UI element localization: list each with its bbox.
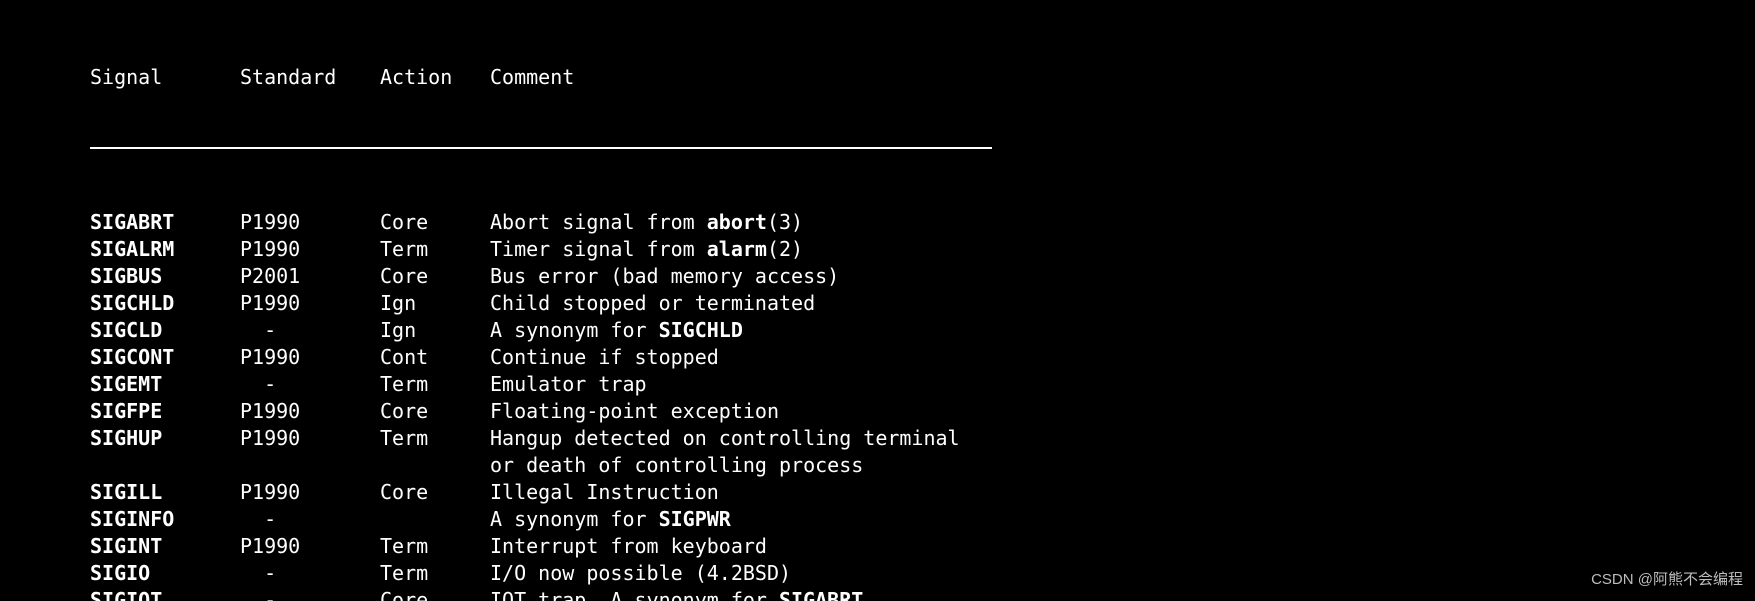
signal-name: SIGINFO: [90, 506, 240, 533]
comment-bold-ref: SIGPWR: [659, 507, 731, 531]
table-row-continuation: or death of controlling process: [90, 452, 1755, 479]
signal-standard: P1990: [240, 344, 380, 371]
table-row: SIGINTP1990TermInterrupt from keyboard: [90, 533, 1755, 560]
table-row: SIGILLP1990CoreIllegal Instruction: [90, 479, 1755, 506]
signal-comment-line2: or death of controlling process: [490, 452, 1755, 479]
header-separator: [90, 147, 992, 149]
signal-standard: P1990: [240, 290, 380, 317]
signal-name: SIGILL: [90, 479, 240, 506]
signal-comment: A synonym for SIGPWR: [490, 506, 1755, 533]
signal-name: SIGHUP: [90, 425, 240, 452]
signal-comment: A synonym for SIGCHLD: [490, 317, 1755, 344]
signal-comment: Hangup detected on controlling terminal: [490, 425, 1755, 452]
signal-action: Ign: [380, 290, 490, 317]
table-header-row: Signal Standard Action Comment: [90, 64, 1755, 91]
signal-action: Core: [380, 479, 490, 506]
signal-comment: Child stopped or terminated: [490, 290, 1755, 317]
table-row: SIGALRMP1990TermTimer signal from alarm(…: [90, 236, 1755, 263]
comment-bold-ref: SIGCHLD: [659, 318, 743, 342]
comment-bold-ref: alarm: [707, 237, 767, 261]
signal-name: SIGABRT: [90, 209, 240, 236]
empty-cell: [240, 452, 380, 479]
signal-standard: P1990: [240, 533, 380, 560]
csdn-watermark: CSDN @阿熊不会编程: [1591, 566, 1743, 593]
table-row: SIGEMT -TermEmulator trap: [90, 371, 1755, 398]
comment-bold-ref: SIGABRT: [779, 588, 863, 601]
signal-comment: Abort signal from abort(3): [490, 209, 1755, 236]
header-action: Action: [380, 64, 490, 91]
signal-action: Term: [380, 371, 490, 398]
signal-comment: Illegal Instruction: [490, 479, 1755, 506]
header-comment: Comment: [490, 64, 1755, 91]
signal-standard: -: [240, 317, 380, 344]
table-row: SIGHUPP1990TermHangup detected on contro…: [90, 425, 1755, 452]
signal-comment: I/O now possible (4.2BSD): [490, 560, 1755, 587]
table-row: SIGINFO - A synonym for SIGPWR: [90, 506, 1755, 533]
signal-standard: -: [240, 371, 380, 398]
signal-comment: Bus error (bad memory access): [490, 263, 1755, 290]
signal-name: SIGCLD: [90, 317, 240, 344]
signal-standard: P1990: [240, 236, 380, 263]
signal-standard: P1990: [240, 398, 380, 425]
signal-name: SIGFPE: [90, 398, 240, 425]
signal-action: Core: [380, 398, 490, 425]
signal-standard: -: [240, 587, 380, 601]
signal-standard: P1990: [240, 425, 380, 452]
signal-action: Term: [380, 533, 490, 560]
signal-action: Core: [380, 263, 490, 290]
signal-standard: P2001: [240, 263, 380, 290]
table-row: SIGFPEP1990CoreFloating-point exception: [90, 398, 1755, 425]
signal-action: Term: [380, 560, 490, 587]
signal-action: Core: [380, 587, 490, 601]
table-row: SIGCLD -IgnA synonym for SIGCHLD: [90, 317, 1755, 344]
signal-comment: Floating-point exception: [490, 398, 1755, 425]
signal-name: SIGCONT: [90, 344, 240, 371]
empty-cell: [90, 452, 240, 479]
signal-name: SIGBUS: [90, 263, 240, 290]
signal-action: Cont: [380, 344, 490, 371]
signal-comment: IOT trap. A synonym for SIGABRT: [490, 587, 1755, 601]
header-signal: Signal: [90, 64, 240, 91]
table-row: SIGABRTP1990CoreAbort signal from abort(…: [90, 209, 1755, 236]
signal-comment: Interrupt from keyboard: [490, 533, 1755, 560]
signal-name: SIGALRM: [90, 236, 240, 263]
signal-action: [380, 506, 490, 533]
table-row: SIGBUSP2001CoreBus error (bad memory acc…: [90, 263, 1755, 290]
table-row: SIGIOT -CoreIOT trap. A synonym for SIGA…: [90, 587, 1755, 601]
signal-standard: -: [240, 506, 380, 533]
signal-name: SIGINT: [90, 533, 240, 560]
signal-comment: Timer signal from alarm(2): [490, 236, 1755, 263]
signal-comment: Emulator trap: [490, 371, 1755, 398]
table-row: SIGCONTP1990ContContinue if stopped: [90, 344, 1755, 371]
signal-action: Core: [380, 209, 490, 236]
signal-action: Ign: [380, 317, 490, 344]
table-row: SIGIO -TermI/O now possible (4.2BSD): [90, 560, 1755, 587]
signal-name: SIGIOT: [90, 587, 240, 601]
empty-cell: [380, 452, 490, 479]
signal-name: SIGIO: [90, 560, 240, 587]
signal-name: SIGCHLD: [90, 290, 240, 317]
man-page-signal-table: Signal Standard Action Comment SIGABRTP1…: [0, 0, 1755, 601]
signal-standard: P1990: [240, 209, 380, 236]
signal-standard: P1990: [240, 479, 380, 506]
table-row: SIGCHLDP1990IgnChild stopped or terminat…: [90, 290, 1755, 317]
signal-comment: Continue if stopped: [490, 344, 1755, 371]
signal-action: Term: [380, 236, 490, 263]
table-body: SIGABRTP1990CoreAbort signal from abort(…: [90, 209, 1755, 601]
comment-bold-ref: abort: [707, 210, 767, 234]
signal-standard: -: [240, 560, 380, 587]
signal-name: SIGEMT: [90, 371, 240, 398]
signal-action: Term: [380, 425, 490, 452]
header-standard: Standard: [240, 64, 380, 91]
